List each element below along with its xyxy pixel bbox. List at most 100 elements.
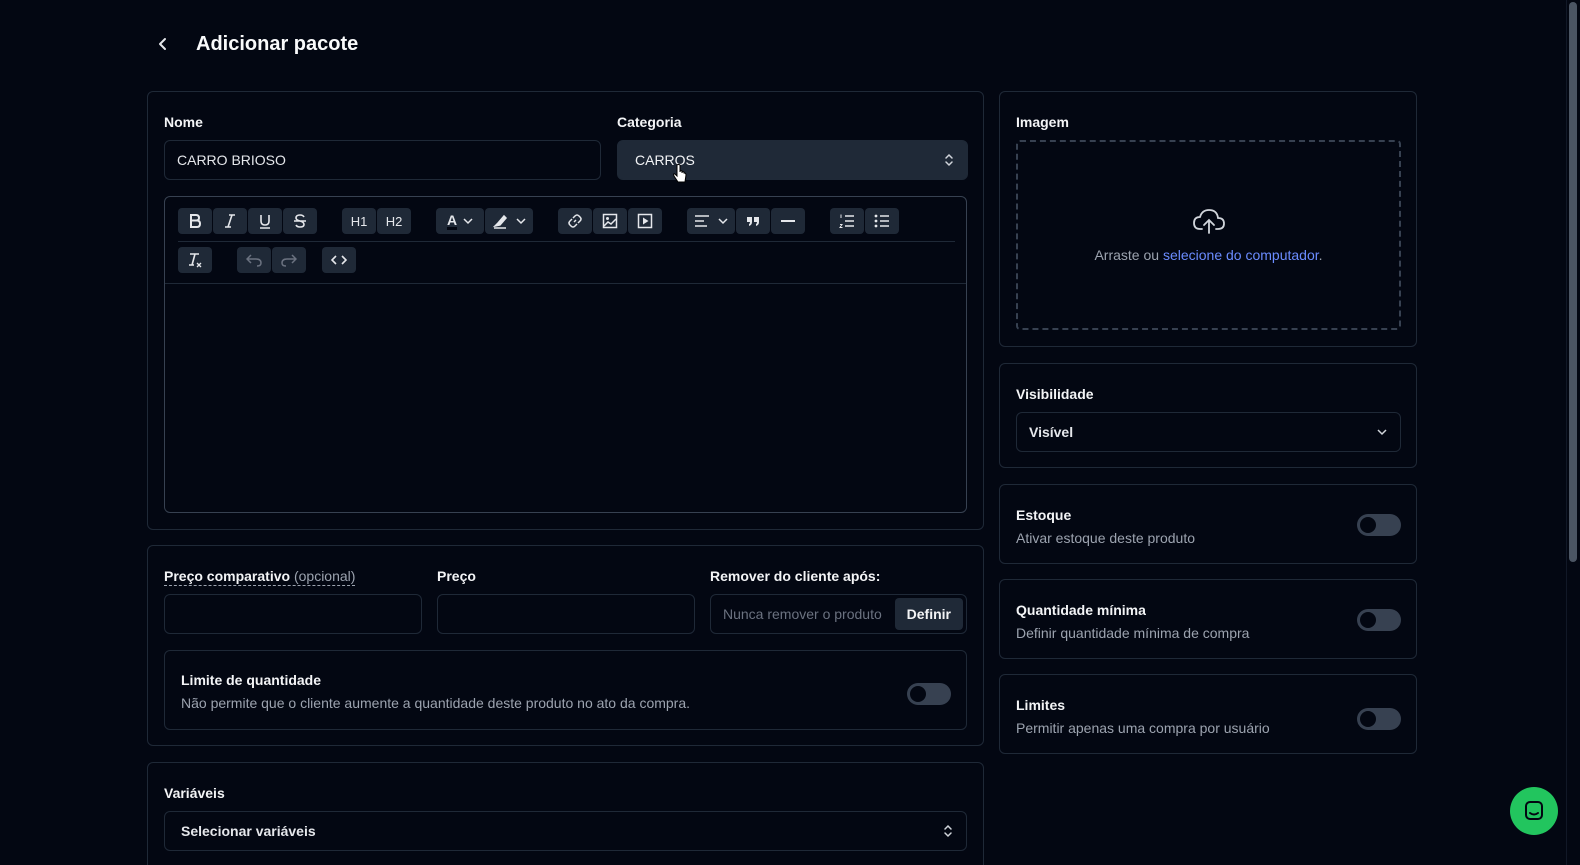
price-input[interactable] xyxy=(437,594,695,634)
italic-icon xyxy=(225,214,235,228)
text-align-button[interactable] xyxy=(687,208,735,234)
underline-button[interactable] xyxy=(248,208,282,234)
highlighter-icon xyxy=(492,214,508,229)
rich-text-editor: H1 H2 A xyxy=(164,196,967,513)
horizontal-rule-button[interactable] xyxy=(771,208,805,234)
ordered-list-button[interactable] xyxy=(830,208,864,234)
remove-after-input[interactable]: Nunca remover o produto Definir xyxy=(710,594,967,634)
undo-icon xyxy=(246,254,262,267)
page-scrollbar[interactable] xyxy=(1566,0,1580,865)
variables-card: Variáveis Selecionar variáveis xyxy=(147,762,984,865)
toggle-knob xyxy=(1360,612,1376,628)
visibility-label: Visibilidade xyxy=(1016,386,1094,402)
visibility-card: Visibilidade Visível xyxy=(999,363,1417,468)
code-view-button[interactable] xyxy=(322,247,356,273)
insert-image-button[interactable] xyxy=(593,208,627,234)
text-color-label: A xyxy=(446,211,458,230)
dropzone-text: Arraste ou selecione do computador. xyxy=(1094,247,1322,263)
insert-video-button[interactable] xyxy=(628,208,662,234)
chevron-up-down-icon xyxy=(944,824,952,838)
price-label: Preço xyxy=(437,568,476,584)
min-quantity-desc: Definir quantidade mínima de compra xyxy=(1016,625,1250,641)
chevron-down-icon xyxy=(1377,429,1387,436)
quantity-limit-toggle[interactable] xyxy=(907,683,951,705)
horizontal-rule-icon xyxy=(781,220,795,222)
page-title: Adicionar pacote xyxy=(196,32,359,55)
define-button-label: Definir xyxy=(906,606,951,622)
code-icon xyxy=(331,255,347,265)
link-icon xyxy=(568,214,582,228)
editor-content-area[interactable] xyxy=(165,284,966,512)
ordered-list-icon xyxy=(839,214,854,228)
page-header: Adicionar pacote xyxy=(150,28,358,60)
strikethrough-icon xyxy=(294,214,306,228)
limits-toggle[interactable] xyxy=(1357,708,1401,730)
name-input-value: CARRO BRIOSO xyxy=(177,152,286,168)
scrollbar-thumb[interactable] xyxy=(1569,2,1577,562)
compare-price-input[interactable] xyxy=(164,594,422,634)
undo-button[interactable] xyxy=(237,247,271,273)
name-input[interactable]: CARRO BRIOSO xyxy=(164,140,601,180)
min-quantity-toggle[interactable] xyxy=(1357,609,1401,631)
toolbar-divider xyxy=(178,241,955,242)
redo-icon xyxy=(281,254,297,267)
chat-button[interactable] xyxy=(1510,787,1558,835)
stock-toggle[interactable] xyxy=(1357,514,1401,536)
remove-after-placeholder: Nunca remover o produto xyxy=(723,606,882,622)
toggle-knob xyxy=(910,686,926,702)
video-icon xyxy=(637,213,653,229)
quantity-limit-desc: Não permite que o cliente aumente a quan… xyxy=(181,695,691,711)
visibility-select-value: Visível xyxy=(1029,424,1074,440)
compare-price-label-text: Preço comparativo xyxy=(164,568,291,584)
dropzone-text-prefix: Arraste ou xyxy=(1094,247,1160,263)
bold-button[interactable] xyxy=(178,208,212,234)
chevron-down-icon xyxy=(463,218,473,225)
select-from-computer-link[interactable]: selecione do computador xyxy=(1163,247,1319,263)
chevron-up-down-icon xyxy=(945,153,953,167)
variables-label: Variáveis xyxy=(164,785,225,801)
heading-2-button[interactable]: H2 xyxy=(377,208,411,234)
remove-after-label: Remover do cliente após: xyxy=(710,568,881,584)
chevron-down-icon xyxy=(718,218,728,225)
category-label: Categoria xyxy=(617,114,682,130)
define-button[interactable]: Definir xyxy=(894,598,963,630)
stock-title: Estoque xyxy=(1016,507,1072,523)
toggle-knob xyxy=(1360,711,1376,727)
stock-desc: Ativar estoque deste produto xyxy=(1016,530,1196,546)
compare-price-optional: (opcional) xyxy=(293,568,356,584)
chevron-down-icon xyxy=(516,218,526,225)
underline-icon xyxy=(260,215,270,229)
clear-format-button[interactable] xyxy=(178,247,212,273)
italic-button[interactable] xyxy=(213,208,247,234)
variables-select[interactable]: Selecionar variáveis xyxy=(164,811,967,851)
text-color-button[interactable]: A xyxy=(436,208,484,234)
heading-1-label: H1 xyxy=(350,213,368,229)
quote-icon xyxy=(747,217,759,226)
chat-icon xyxy=(1525,801,1543,820)
pricing-card: Preço comparativo (opcional) Preço Remov… xyxy=(147,545,984,746)
image-card: Imagem Arraste ou selecione do computado… xyxy=(999,91,1417,347)
dropzone-text-suffix: . xyxy=(1318,247,1323,263)
chevron-left-icon xyxy=(159,38,166,50)
highlight-color-button[interactable] xyxy=(485,208,533,234)
limits-card: Limites Permitir apenas uma compra por u… xyxy=(999,674,1417,754)
clear-format-icon xyxy=(189,253,202,268)
blockquote-button[interactable] xyxy=(736,208,770,234)
editor-toolbar-row-1: H1 H2 A xyxy=(178,208,899,234)
link-button[interactable] xyxy=(558,208,592,234)
bullet-list-button[interactable] xyxy=(865,208,899,234)
limits-desc: Permitir apenas uma compra por usuário xyxy=(1016,720,1270,736)
category-select[interactable]: CARROS xyxy=(617,140,968,180)
strikethrough-button[interactable] xyxy=(283,208,317,234)
back-button[interactable] xyxy=(150,31,176,57)
toggle-knob xyxy=(1360,517,1376,533)
bold-icon xyxy=(190,214,202,228)
editor-toolbar-row-2 xyxy=(178,247,356,273)
heading-1-button[interactable]: H1 xyxy=(342,208,376,234)
visibility-select[interactable]: Visível xyxy=(1016,412,1401,452)
image-dropzone[interactable]: Arraste ou selecione do computador. xyxy=(1016,140,1401,330)
quantity-limit-title: Limite de quantidade xyxy=(181,672,322,688)
limits-title: Limites xyxy=(1016,697,1066,713)
variables-select-value: Selecionar variáveis xyxy=(181,823,316,839)
redo-button[interactable] xyxy=(272,247,306,273)
